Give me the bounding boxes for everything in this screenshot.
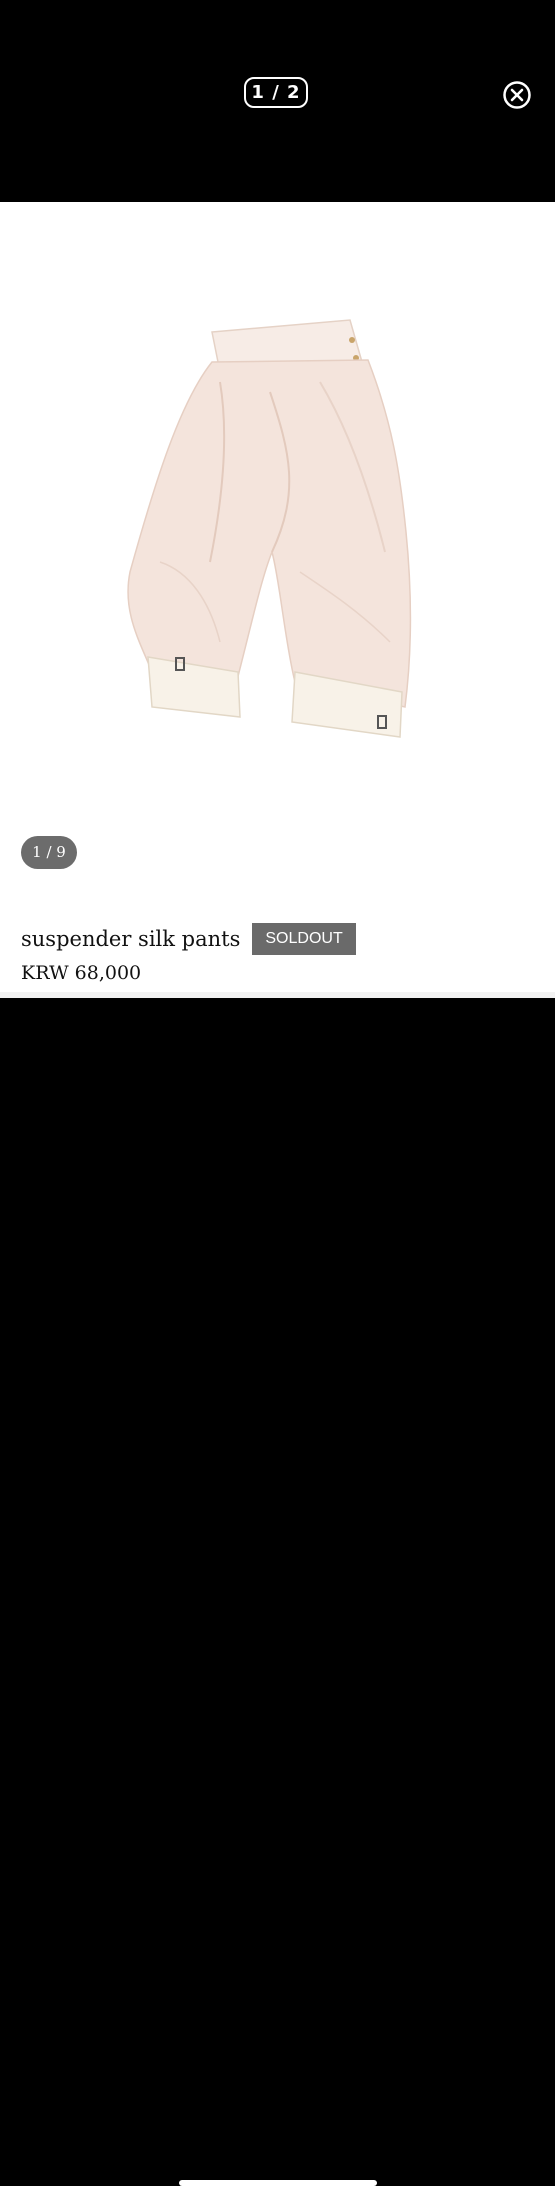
viewer-top-bar: 1 / 2 [0,0,555,202]
image-counter: 1 / 9 [21,836,77,869]
page-counter: 1 / 2 [244,77,308,108]
status-badge: SOLDOUT [252,923,356,955]
home-indicator[interactable] [179,2180,377,2186]
product-detail: 1 / 9 suspender silk pants SOLDOUT KRW 6… [0,202,555,992]
product-image[interactable] [100,312,440,752]
viewer-bottom-bar [0,998,555,2186]
product-price: KRW 68,000 [21,962,142,984]
close-icon[interactable] [502,80,532,110]
product-title-row: suspender silk pants SOLDOUT [21,923,356,955]
product-title: suspender silk pants [21,927,241,951]
